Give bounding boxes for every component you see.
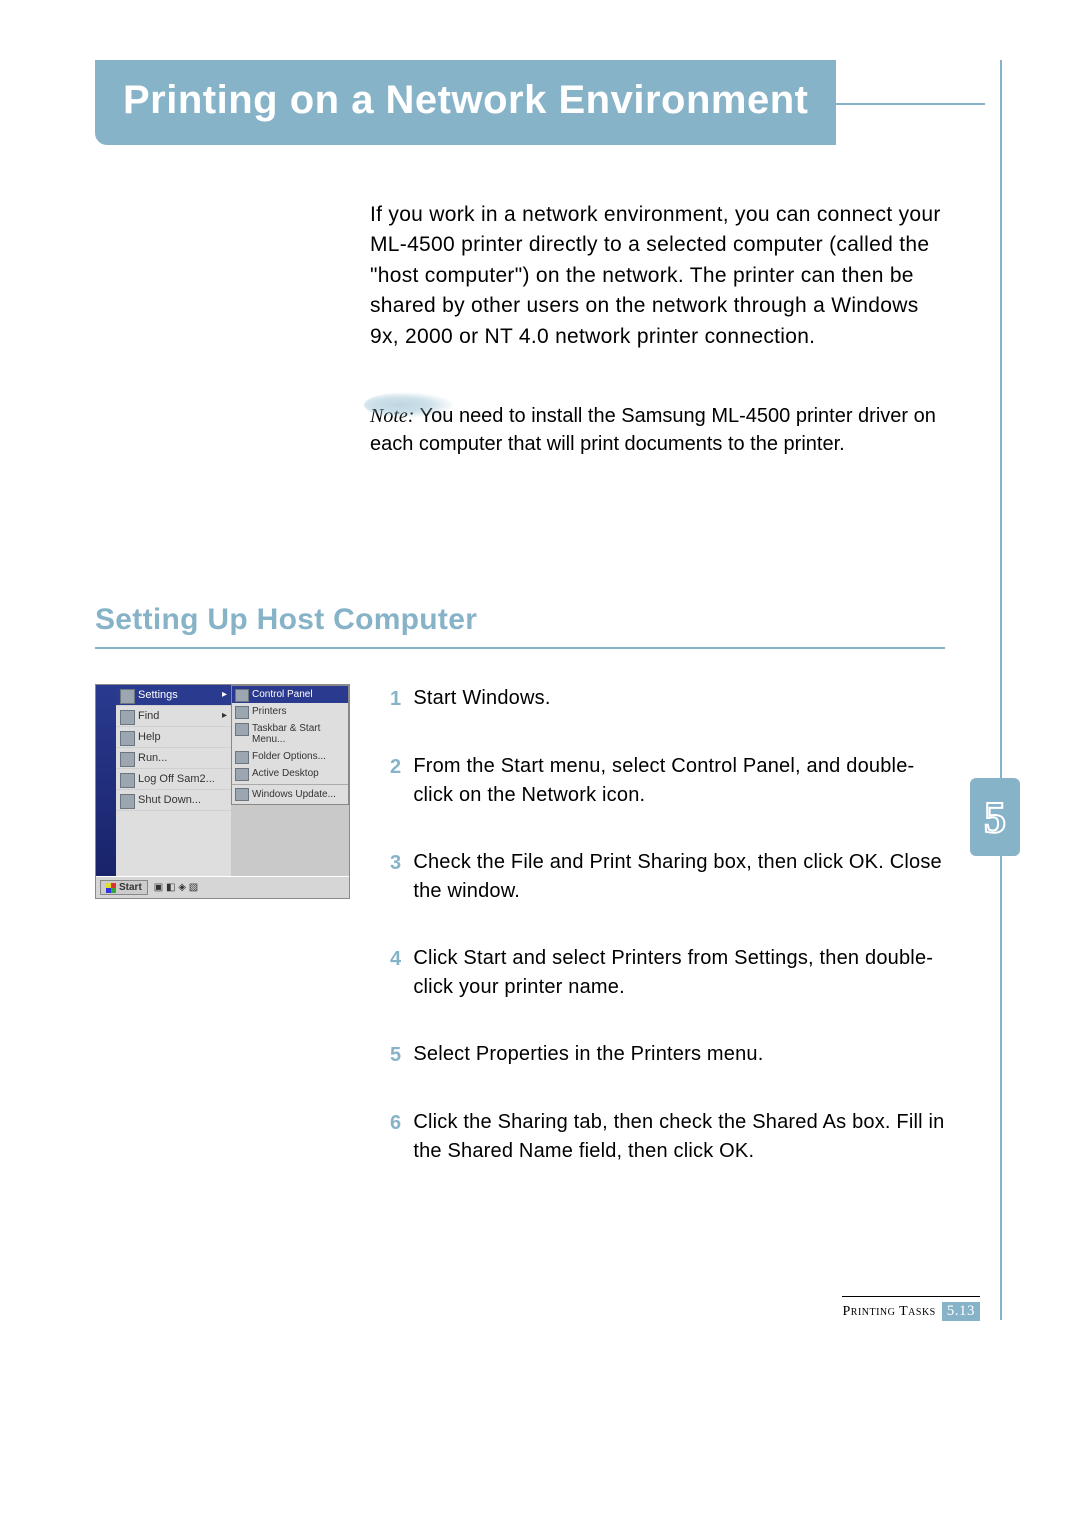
step-text: Select Properties in the Printers menu. <box>413 1040 763 1070</box>
screenshot-taskbar: Start ▣ ◧ ◈ ▧ <box>96 876 349 898</box>
step-number: 5 <box>390 1041 401 1070</box>
step-number: 4 <box>390 945 401 1002</box>
note-text: You need to install the Samsung ML-4500 … <box>370 405 936 455</box>
page-title: Printing on a Network Environment <box>95 60 836 145</box>
screenshot-right-item: Active Desktop <box>232 765 348 782</box>
note-highlight-brush <box>364 392 454 418</box>
note-block: Note: You need to install the Samsung ML… <box>370 402 945 458</box>
section-heading: Setting Up Host Computer <box>95 603 945 649</box>
step-text: Check the File and Print Sharing box, th… <box>413 848 945 906</box>
screenshot-left-item: Settings <box>116 685 231 706</box>
step-item: 6 Click the Sharing tab, then check the … <box>390 1108 945 1166</box>
step-text: From the Start menu, select Control Pane… <box>413 752 945 810</box>
screenshot-left-item: Log Off Sam2... <box>116 769 231 790</box>
screenshot-left-item: Find <box>116 706 231 727</box>
chapter-number: 5 <box>984 792 1006 843</box>
screenshot-right-item: Folder Options... <box>232 748 348 765</box>
step-text: Click the Sharing tab, then check the Sh… <box>413 1108 945 1166</box>
screenshot-right-item: Taskbar & Start Menu... <box>232 720 348 748</box>
title-bar: Printing on a Network Environment <box>95 60 985 145</box>
screenshot-right-item: Windows Update... <box>232 784 348 803</box>
footer-section-label: Printing Tasks <box>842 1304 935 1320</box>
step-number: 3 <box>390 849 401 906</box>
screenshot-right-item: Control Panel <box>232 686 348 703</box>
step-item: 2 From the Start menu, select Control Pa… <box>390 752 945 810</box>
screenshot-left-item: Help <box>116 727 231 748</box>
step-item: 3 Check the File and Print Sharing box, … <box>390 848 945 906</box>
screenshot-left-item: Shut Down... <box>116 790 231 811</box>
page-footer: Printing Tasks 5.13 <box>842 1296 980 1321</box>
step-item: 5 Select Properties in the Printers menu… <box>390 1040 945 1070</box>
screenshot-right-item: Printers <box>232 703 348 720</box>
step-text: Click Start and select Printers from Set… <box>413 944 945 1002</box>
start-menu-screenshot: Windows98 Settings Find Help Run... Log … <box>95 684 350 899</box>
chapter-tab: 5 <box>970 778 1020 856</box>
step-number: 6 <box>390 1109 401 1166</box>
screenshot-start-button: Start <box>100 880 148 895</box>
step-number: 2 <box>390 753 401 810</box>
step-item: 1 Start Windows. <box>390 684 945 714</box>
screenshot-left-item: Run... <box>116 748 231 769</box>
step-number: 1 <box>390 685 401 714</box>
decorative-side-line <box>1000 60 1002 1320</box>
steps-list: 1 Start Windows. 2 From the Start menu, … <box>390 684 945 1166</box>
footer-page-badge: 5.13 <box>942 1302 980 1321</box>
screenshot-tray-icons: ▣ ◧ ◈ ▧ <box>154 882 198 893</box>
step-text: Start Windows. <box>413 684 550 714</box>
step-item: 4 Click Start and select Printers from S… <box>390 944 945 1002</box>
screenshot-sidebar-text: Windows98 <box>95 738 98 868</box>
intro-paragraph: If you work in a network environment, yo… <box>370 200 945 352</box>
